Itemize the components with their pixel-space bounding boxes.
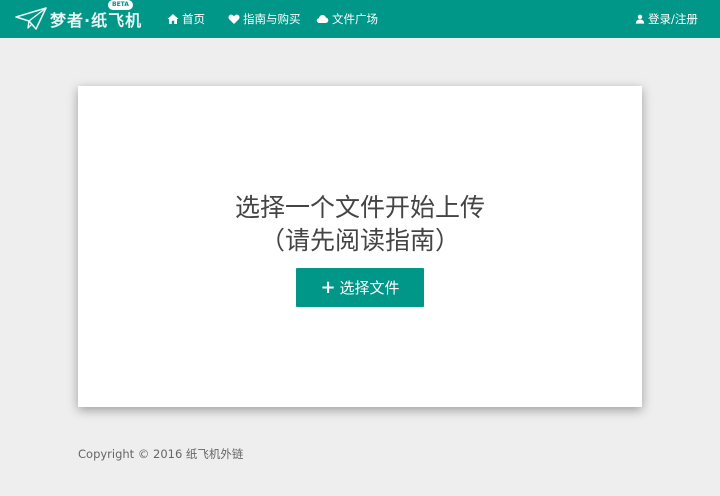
beta-badge: BETA	[108, 0, 133, 10]
nav-home-label: 首页	[182, 12, 205, 26]
nav-guide-link[interactable]: 指南与购买	[228, 0, 301, 38]
cloud-icon	[316, 15, 329, 23]
paper-plane-icon	[15, 7, 47, 30]
user-icon	[635, 14, 645, 24]
top-navbar: 梦者·纸飞机 BETA 首页 指南与购买 文件广场 登录/注册	[0, 0, 720, 38]
upload-title: 选择一个文件开始上传	[234, 193, 485, 222]
nav-home-link[interactable]: 首页	[167, 0, 205, 38]
heart-icon	[228, 14, 240, 24]
choose-file-button[interactable]: + 选择文件	[296, 268, 424, 307]
choose-file-label: 选择文件	[339, 279, 400, 297]
footer-copyright: Copyright © 2016 纸飞机外链	[78, 447, 244, 461]
nav-login-label: 登录/注册	[648, 12, 698, 26]
nav-files-link[interactable]: 文件广场	[316, 0, 378, 38]
nav-guide-label: 指南与购买	[243, 12, 301, 26]
nav-files-label: 文件广场	[332, 12, 378, 26]
home-icon	[167, 14, 179, 24]
nav-login-link[interactable]: 登录/注册	[635, 0, 698, 38]
upload-card: 选择一个文件开始上传 （请先阅读指南） + 选择文件	[78, 86, 642, 407]
brand-name: 梦者·纸飞机	[50, 11, 143, 30]
plus-icon: +	[320, 276, 336, 298]
upload-subtitle[interactable]: （请先阅读指南）	[78, 224, 642, 257]
